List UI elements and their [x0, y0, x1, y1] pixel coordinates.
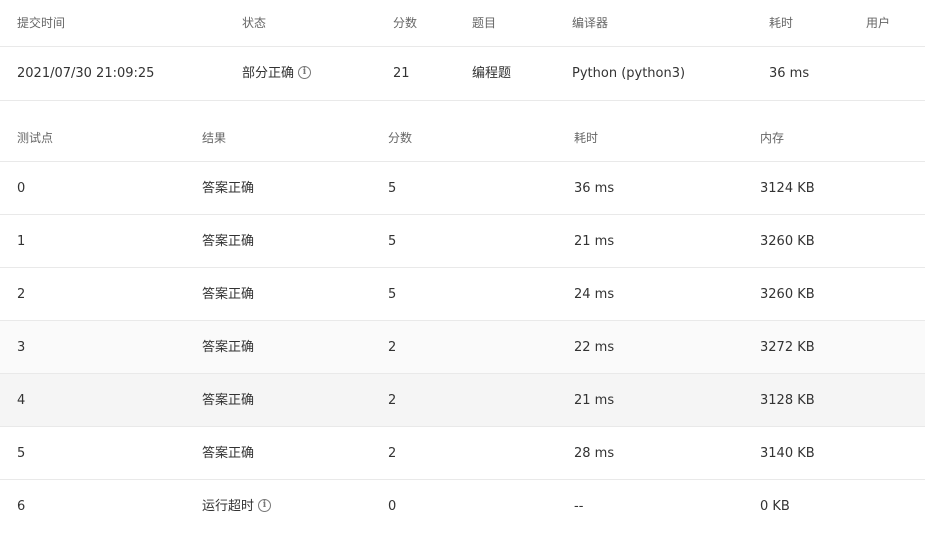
testcase-score: 2 [388, 446, 397, 461]
header-submit-time: 提交时间 [17, 16, 66, 30]
testcase-score: 2 [388, 340, 397, 355]
testcase-score: 5 [388, 234, 397, 249]
testcase-result: 答案正确 [202, 287, 255, 302]
testcase-result: 答案正确 [202, 393, 255, 408]
testcase-memory: 3260 KB [760, 234, 815, 249]
table-row: 5 答案正确 2 28 ms 3140 KB [0, 427, 925, 480]
testcase-id: 0 [17, 181, 26, 196]
testcase-memory: 3124 KB [760, 181, 815, 196]
testcase-header-row: 测试点 结果 分数 耗时 内存 [0, 101, 925, 162]
submission-runtime: 36 ms [769, 66, 810, 81]
testcase-result-label[interactable]: 运行超时 [202, 499, 254, 514]
table-row: 2 答案正确 5 24 ms 3260 KB [0, 268, 925, 321]
submission-score: 21 [393, 66, 410, 81]
header-status: 状态 [242, 16, 267, 30]
submission-row: 2021/07/30 21:09:25 部分正确 i 21 编程题 Python … [0, 47, 925, 101]
testcase-runtime: 28 ms [574, 446, 615, 461]
submission-compiler: Python (python3) [572, 66, 686, 81]
table-row: 6 运行超时 i 0 -- 0 KB [0, 480, 925, 533]
testcase-id: 3 [17, 340, 26, 355]
table-row: 0 答案正确 5 36 ms 3124 KB [0, 162, 925, 215]
submit-time: 2021/07/30 21:09:25 [17, 66, 155, 81]
testcase-memory: 0 KB [760, 499, 790, 514]
header-user: 用户 [866, 16, 891, 30]
testcase-runtime: -- [574, 499, 584, 514]
testcase-score: 0 [388, 499, 397, 514]
testcase-runtime: 36 ms [574, 181, 615, 196]
testcase-id: 6 [17, 499, 26, 514]
info-icon[interactable]: i [258, 499, 272, 512]
header-runtime: 耗时 [769, 16, 794, 30]
testcase-score: 5 [388, 181, 397, 196]
submission-header-row: 提交时间 状态 分数 题目 编译器 耗时 用户 [0, 0, 925, 47]
testcase-score: 5 [388, 287, 397, 302]
testcase-result: 答案正确 [202, 234, 255, 249]
testcase-result: 答案正确 [202, 340, 255, 355]
submission-status[interactable]: 部分正确 i [242, 47, 312, 101]
testcase-runtime: 22 ms [574, 340, 615, 355]
table-row: 1 答案正确 5 21 ms 3260 KB [0, 215, 925, 268]
submission-problem[interactable]: 编程题 [472, 47, 511, 101]
testcase-result: 答案正确 [202, 446, 255, 461]
table-row: 3 答案正确 2 22 ms 3272 KB [0, 321, 925, 374]
testcase-score: 2 [388, 393, 397, 408]
submission-status-label[interactable]: 部分正确 [242, 66, 294, 81]
testcase-memory: 3128 KB [760, 393, 815, 408]
testcase-id: 1 [17, 234, 26, 249]
testcase-id: 5 [17, 446, 26, 461]
testcase-result: 答案正确 [202, 181, 255, 196]
testcase-memory: 3272 KB [760, 340, 815, 355]
testcase-memory: 3140 KB [760, 446, 815, 461]
table-row: 4 答案正确 2 21 ms 3128 KB [0, 374, 925, 427]
header-score: 分数 [393, 16, 418, 30]
header-problem: 题目 [472, 16, 497, 30]
testcase-id: 4 [17, 393, 26, 408]
testcase-memory: 3260 KB [760, 287, 815, 302]
testcase-runtime: 24 ms [574, 287, 615, 302]
testcase-result[interactable]: 运行超时 i [202, 480, 272, 533]
testcase-runtime: 21 ms [574, 393, 615, 408]
info-icon[interactable]: i [298, 66, 312, 79]
header-compiler: 编译器 [572, 16, 609, 30]
testcase-runtime: 21 ms [574, 234, 615, 249]
testcase-id: 2 [17, 287, 26, 302]
